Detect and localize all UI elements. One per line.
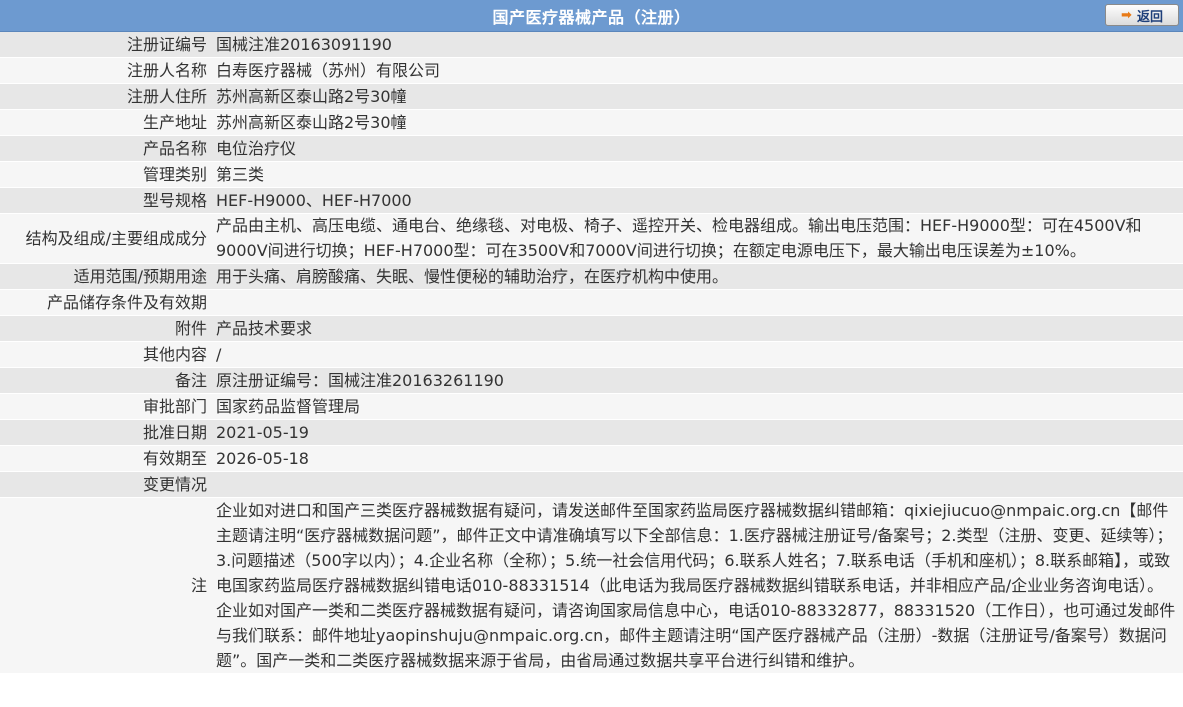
field-value: 用于头痛、肩膀酸痛、失眠、慢性便秘的辅助治疗，在医疗机构中使用。 (213, 263, 1183, 291)
field-value: 第三类 (213, 161, 1183, 188)
table-row: 附件 产品技术要求 (0, 315, 1183, 343)
back-button-label: 返回 (1136, 9, 1163, 25)
table-row: 有效期至 2026-05-18 (0, 445, 1183, 473)
table-row: 管理类别 第三类 (0, 161, 1183, 188)
field-value: 苏州高新区泰山路2号30幢 (213, 83, 1183, 110)
field-label: 适用范围/预期用途 (0, 263, 213, 291)
notice-text: 企业如对进口和国产三类医疗器械数据有疑问，请发送邮件至国家药监局医疗器械数据纠错… (213, 497, 1183, 675)
field-label: 产品储存条件及有效期 (0, 289, 213, 317)
field-label: 备注 (0, 367, 213, 395)
table-row: 生产地址 苏州高新区泰山路2号30幢 (0, 109, 1183, 136)
table-row: 备注 原注册证编号：国械注准20163261190 (0, 367, 1183, 395)
field-label: 其他内容 (0, 341, 213, 369)
notice-label: 注 (0, 497, 213, 675)
field-value: 原注册证编号：国械注准20163261190 (213, 367, 1183, 395)
table-row: 结构及组成/主要组成成分 产品由主机、高压电缆、通电台、绝缘毯、对电极、椅子、遥… (0, 213, 1183, 265)
detail-table: 注册证编号 国械注准20163091190 注册人名称 白寿医疗器械（苏州）有限… (0, 32, 1183, 675)
field-value: 2021-05-19 (213, 419, 1183, 447)
field-value: 电位治疗仪 (213, 135, 1183, 162)
field-value (213, 471, 1183, 499)
field-value: 国家药品监督管理局 (213, 393, 1183, 421)
arrow-right-icon: ➡ (1121, 7, 1132, 23)
table-row: 审批部门 国家药品监督管理局 (0, 393, 1183, 421)
field-value: 国械注准20163091190 (213, 32, 1183, 58)
field-label: 审批部门 (0, 393, 213, 421)
table-row: 注册证编号 国械注准20163091190 (0, 32, 1183, 58)
field-label: 注册证编号 (0, 32, 213, 58)
page-title: 国产医疗器械产品（注册） (492, 7, 691, 27)
field-label: 结构及组成/主要组成成分 (0, 213, 213, 265)
field-label: 生产地址 (0, 109, 213, 136)
table-row: 型号规格 HEF-H9000、HEF-H7000 (0, 187, 1183, 214)
notice-row: 注 企业如对进口和国产三类医疗器械数据有疑问，请发送邮件至国家药监局医疗器械数据… (0, 497, 1183, 675)
field-value: 苏州高新区泰山路2号30幢 (213, 109, 1183, 136)
field-label: 有效期至 (0, 445, 213, 473)
field-value: 产品技术要求 (213, 315, 1183, 343)
table-row: 其他内容 / (0, 341, 1183, 369)
field-value: 白寿医疗器械（苏州）有限公司 (213, 57, 1183, 84)
field-label: 附件 (0, 315, 213, 343)
field-label: 注册人住所 (0, 83, 213, 110)
field-label: 管理类别 (0, 161, 213, 188)
table-row: 变更情况 (0, 471, 1183, 499)
field-label: 批准日期 (0, 419, 213, 447)
back-button[interactable]: ➡ 返回 (1105, 4, 1179, 26)
table-row: 注册人住所 苏州高新区泰山路2号30幢 (0, 83, 1183, 110)
table-row: 适用范围/预期用途 用于头痛、肩膀酸痛、失眠、慢性便秘的辅助治疗，在医疗机构中使… (0, 263, 1183, 291)
field-value: / (213, 341, 1183, 369)
field-label: 注册人名称 (0, 57, 213, 84)
field-value: 2026-05-18 (213, 445, 1183, 473)
table-row: 批准日期 2021-05-19 (0, 419, 1183, 447)
field-value: HEF-H9000、HEF-H7000 (213, 187, 1183, 214)
table-row: 产品名称 电位治疗仪 (0, 135, 1183, 162)
table-row: 注册人名称 白寿医疗器械（苏州）有限公司 (0, 57, 1183, 84)
table-row: 产品储存条件及有效期 (0, 289, 1183, 317)
field-label: 型号规格 (0, 187, 213, 214)
field-label: 产品名称 (0, 135, 213, 162)
field-value: 产品由主机、高压电缆、通电台、绝缘毯、对电极、椅子、遥控开关、检电器组成。输出电… (213, 213, 1183, 265)
header-bar: 国产医疗器械产品（注册） ➡ 返回 (0, 0, 1183, 32)
field-label: 变更情况 (0, 471, 213, 499)
field-value (213, 289, 1183, 317)
